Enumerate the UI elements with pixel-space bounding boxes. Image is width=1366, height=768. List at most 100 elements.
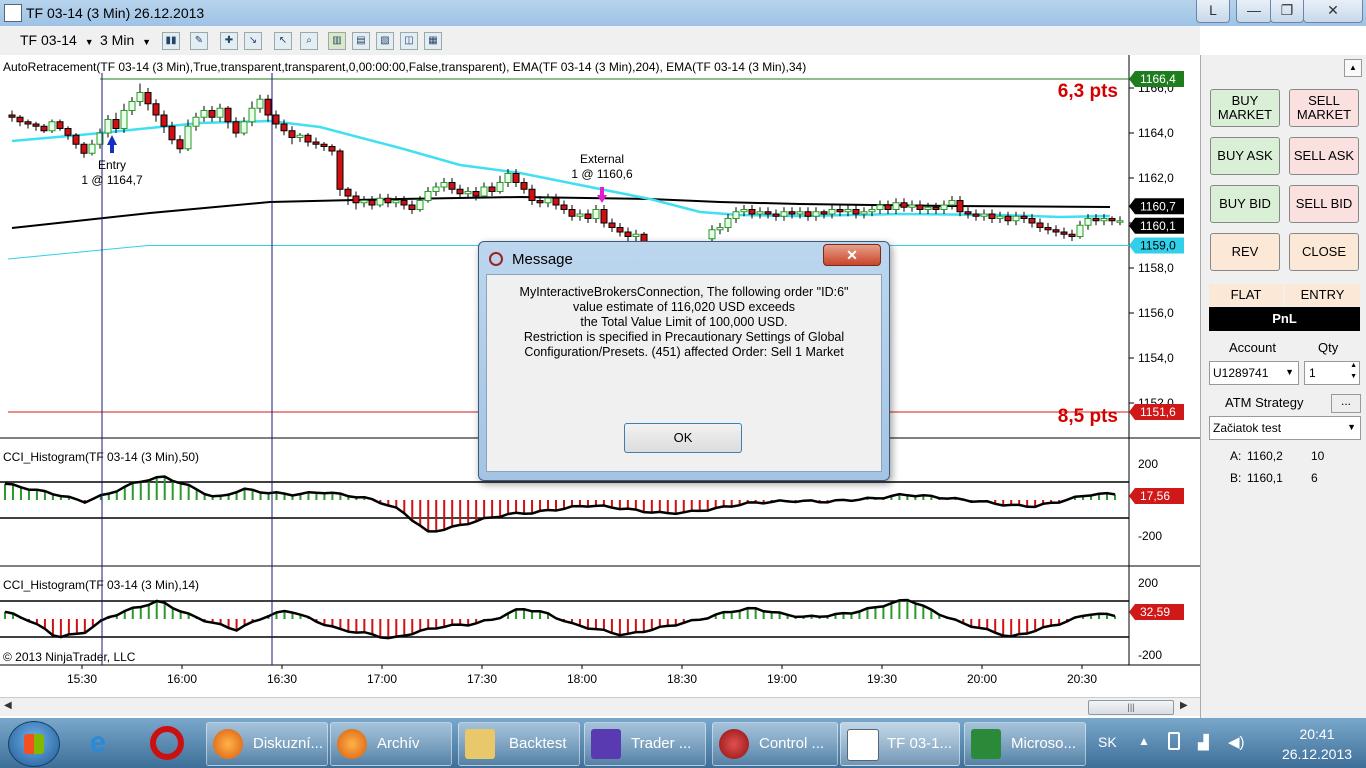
- ie-icon[interactable]: e: [80, 726, 116, 760]
- candle-body: [456, 188, 464, 195]
- candle-body: [916, 204, 924, 210]
- candle-body: [836, 209, 844, 213]
- scroll-thumb[interactable]: |||: [1088, 700, 1174, 715]
- stepper-up-icon[interactable]: ▲: [1350, 362, 1357, 369]
- opera-icon[interactable]: [150, 726, 184, 760]
- candle-body: [112, 119, 120, 129]
- candle-body: [168, 125, 176, 141]
- time-tick-label: 18:30: [667, 672, 697, 686]
- firefox-icon: [337, 729, 367, 759]
- buy-ask-button[interactable]: BUY ASK: [1210, 137, 1280, 175]
- interval-selector[interactable]: 3 Min ▼: [100, 30, 151, 50]
- clock-date[interactable]: 26.12.2013: [1272, 746, 1362, 762]
- cursor-icon[interactable]: ↖: [274, 32, 292, 50]
- firefox-icon: [213, 729, 243, 759]
- candle-body: [88, 143, 96, 154]
- sell-ask-button[interactable]: SELL ASK: [1289, 137, 1359, 175]
- tray-expand-icon[interactable]: ▲: [1138, 734, 1150, 748]
- taskbar-item-firefox-1[interactable]: Diskuzní...: [206, 722, 328, 766]
- price-tick-label: 1162,0: [1138, 171, 1174, 185]
- price-flag-upper: 1166,4: [1140, 72, 1176, 86]
- message-line: Configuration/Presets. (451) affected Or…: [524, 345, 844, 359]
- atm-strategy-label: ATM Strategy: [1225, 395, 1304, 410]
- ok-button[interactable]: OK: [624, 423, 742, 453]
- stepper-down-icon[interactable]: ▼: [1350, 373, 1357, 380]
- zoom-icon[interactable]: ⌕: [300, 32, 318, 50]
- reverse-button[interactable]: REV: [1210, 233, 1280, 271]
- clock-time[interactable]: 20:41: [1272, 726, 1362, 742]
- maximize-button[interactable]: ❐: [1270, 0, 1304, 23]
- taskbar-item-firefox-2[interactable]: Archív: [330, 722, 452, 766]
- candle-body: [432, 186, 440, 192]
- minimize-button[interactable]: —: [1236, 0, 1272, 23]
- dialog-message: MyInteractiveBrokersConnection, The foll…: [497, 285, 871, 360]
- chevron-down-icon: ▼: [84, 37, 94, 47]
- network-icon[interactable]: ▟: [1198, 734, 1209, 751]
- candle-body: [472, 191, 480, 197]
- atm-settings-button[interactable]: ...: [1331, 394, 1361, 413]
- time-tick-label: 15:30: [67, 672, 97, 686]
- l-button[interactable]: L: [1196, 0, 1230, 23]
- price-flag-lower: 1151,6: [1140, 405, 1176, 419]
- account-select[interactable]: U1289741 ▼: [1209, 361, 1299, 385]
- candle-body: [528, 188, 536, 201]
- taskbar-item-folder[interactable]: Backtest: [458, 722, 580, 766]
- buy-bid-button[interactable]: BUY BID: [1210, 185, 1280, 223]
- candle-body: [120, 110, 128, 129]
- bar-type-icon[interactable]: ▮▮: [162, 32, 180, 50]
- horizontal-scrollbar[interactable]: ◀ ||| ▶: [0, 697, 1200, 716]
- zoom-out-icon[interactable]: ↘: [244, 32, 262, 50]
- candle-body: [200, 110, 208, 118]
- start-button[interactable]: [8, 721, 60, 767]
- language-indicator[interactable]: SK: [1098, 734, 1117, 750]
- crosshair-icon[interactable]: ✚: [220, 32, 238, 50]
- candle-body: [232, 121, 240, 134]
- snapshot-icon[interactable]: ◫: [400, 32, 418, 50]
- candle-body: [80, 143, 88, 154]
- chevron-down-icon: ▼: [142, 37, 152, 47]
- close-window-button[interactable]: ✕: [1303, 0, 1363, 23]
- sell-market-button[interactable]: SELL MARKET: [1289, 89, 1359, 127]
- taskbar-item-trader[interactable]: Trader ...: [584, 722, 706, 766]
- atm-strategy-select[interactable]: Začiatok test ▼: [1209, 416, 1361, 440]
- candle-body: [56, 121, 64, 129]
- candle-body: [592, 209, 600, 219]
- qty-stepper[interactable]: 1 ▲ ▼: [1304, 361, 1360, 385]
- properties-icon[interactable]: ▦: [424, 32, 442, 50]
- candle-body: [48, 121, 56, 132]
- device-icon[interactable]: [1168, 732, 1180, 750]
- taskbar-item-chart[interactable]: TF 03-1...: [840, 722, 960, 766]
- scroll-left-icon[interactable]: ◀: [4, 700, 12, 711]
- chart-trader-icon[interactable]: ▥: [328, 32, 346, 50]
- message-line: the Total Value Limit of 100,000 USD.: [580, 315, 788, 329]
- candle-body: [464, 191, 472, 195]
- candle-body: [288, 130, 296, 138]
- pencil-icon[interactable]: ✎: [190, 32, 208, 50]
- candle-body: [384, 197, 392, 204]
- candle-body: [1004, 215, 1012, 222]
- instrument-selector[interactable]: TF 03-14 ▼: [20, 30, 94, 50]
- candle-body: [520, 182, 528, 190]
- volume-icon[interactable]: ◀): [1228, 733, 1245, 751]
- dialog-close-button[interactable]: ✕: [823, 244, 881, 266]
- candle-body: [868, 209, 876, 213]
- indicators-icon[interactable]: ▤: [352, 32, 370, 50]
- candle-body: [176, 139, 184, 150]
- scroll-right-icon[interactable]: ▶: [1180, 700, 1188, 711]
- taskbar-item-control[interactable]: Control ...: [712, 722, 838, 766]
- panel-scroll-up-icon[interactable]: ▲: [1344, 59, 1362, 77]
- candle-body: [1044, 227, 1052, 231]
- account-label: Account: [1229, 340, 1276, 355]
- sell-bid-button[interactable]: SELL BID: [1289, 185, 1359, 223]
- candle-body: [304, 134, 312, 143]
- time-tick-label: 18:00: [567, 672, 597, 686]
- entry-detail: 1 @ 1164,7: [81, 173, 143, 187]
- candle-body: [416, 200, 424, 210]
- close-position-button[interactable]: CLOSE: [1289, 233, 1359, 271]
- window-title: TF 03-14 (3 Min) 26.12.2013: [26, 5, 205, 21]
- strategies-icon[interactable]: ▧: [376, 32, 394, 50]
- taskbar-item-excel[interactable]: Microso...: [964, 722, 1086, 766]
- candle-body: [248, 107, 256, 123]
- candle-body: [576, 213, 584, 217]
- buy-market-button[interactable]: BUY MARKET: [1210, 89, 1280, 127]
